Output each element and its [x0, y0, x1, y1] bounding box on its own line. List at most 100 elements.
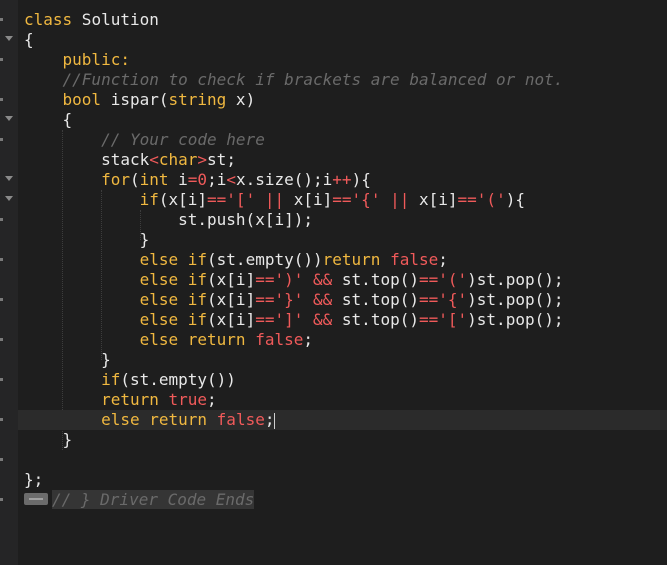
line-marker — [0, 378, 3, 381]
text-cursor — [274, 412, 276, 429]
code-token: // Your code here — [101, 130, 265, 149]
code-line[interactable]: }; — [24, 470, 667, 490]
code-line[interactable]: public: — [24, 50, 667, 70]
code-editor[interactable]: class Solution{ public: //Function to ch… — [18, 10, 667, 510]
code-line[interactable]: // Your code here — [24, 130, 667, 150]
code-token: > — [197, 150, 208, 169]
line-marker — [0, 138, 3, 141]
code-line[interactable]: else return false; — [18, 410, 667, 430]
code-token: (x[i] — [207, 310, 256, 329]
code-token: == — [457, 190, 477, 209]
code-token: else if — [139, 310, 208, 329]
code-token: { — [24, 110, 73, 129]
code-line[interactable]: else if(x[i]==']' && st.top()=='[')st.po… — [24, 310, 667, 330]
code-line[interactable]: stack<char>st; — [24, 150, 667, 170]
code-line[interactable]: for(int i=0;i<x.size();i++){ — [24, 170, 667, 190]
code-token: st.top() — [332, 310, 419, 329]
code-token: int — [139, 170, 169, 189]
fold-toggle-icon[interactable] — [5, 196, 13, 201]
code-token: (x[i] — [207, 290, 256, 309]
code-token: == — [418, 310, 439, 329]
code-line[interactable]: else if(x[i]==')' && st.top()=='(')st.po… — [24, 270, 667, 290]
code-token: //Function to check if brackets are bala… — [62, 70, 564, 89]
line-marker — [0, 98, 3, 101]
code-token: st.push(x[i]); — [24, 210, 313, 229]
code-token: st; — [207, 150, 236, 169]
code-token: { — [24, 30, 34, 49]
code-line[interactable]: } — [24, 230, 667, 250]
code-token: }; — [24, 470, 44, 489]
code-line[interactable]: { — [24, 30, 667, 50]
code-line[interactable]: // } Driver Code Ends — [24, 490, 667, 510]
code-token: true — [168, 390, 208, 409]
code-token: else if — [139, 250, 208, 269]
code-token: char — [158, 150, 198, 169]
code-token: ){ — [505, 190, 525, 209]
code-token: i — [168, 170, 188, 189]
folded-region-icon[interactable] — [24, 492, 48, 505]
code-token: (x[i] — [158, 190, 208, 209]
code-line[interactable]: else if(st.empty())return false; — [24, 250, 667, 270]
code-token: ; — [207, 390, 217, 409]
code-token: stack — [24, 150, 150, 169]
code-token: else return — [101, 410, 208, 429]
code-line[interactable]: if(x[i]=='[' || x[i]=='{' || x[i]=='('){ — [24, 190, 667, 210]
code-line[interactable]: class Solution — [24, 10, 667, 30]
code-token: ']' — [274, 310, 304, 329]
code-line[interactable]: } — [24, 350, 667, 370]
code-token: public: — [62, 50, 130, 69]
code-line[interactable]: } — [24, 430, 667, 450]
code-token: ispar( — [101, 90, 169, 109]
code-token: ++ — [332, 170, 352, 189]
code-token: } — [24, 430, 73, 449]
code-token: ;i — [207, 170, 227, 189]
fold-toggle-icon[interactable] — [5, 116, 13, 121]
code-token: return — [101, 390, 159, 409]
code-token: && — [313, 270, 333, 289]
code-line[interactable]: else if(x[i]=='}' && st.top()=='{')st.po… — [24, 290, 667, 310]
code-token: '{' — [438, 290, 468, 309]
line-gutter — [0, 0, 18, 565]
code-token: ; — [438, 250, 448, 269]
code-token: // } Driver Code Ends — [52, 490, 255, 509]
code-token: && — [313, 290, 333, 309]
code-token: ){ — [351, 170, 371, 189]
code-line[interactable]: bool ispar(string x) — [24, 90, 667, 110]
code-line[interactable]: return true; — [24, 390, 667, 410]
code-token: || — [390, 190, 410, 209]
line-marker — [0, 338, 3, 341]
code-token: bool — [62, 90, 102, 109]
code-token: } — [24, 350, 111, 369]
code-line[interactable]: st.push(x[i]); — [24, 210, 667, 230]
code-token: ( — [129, 170, 140, 189]
code-line[interactable] — [24, 450, 667, 470]
fold-toggle-icon[interactable] — [5, 36, 13, 41]
code-line[interactable]: else return false; — [24, 330, 667, 350]
line-marker — [0, 498, 3, 501]
fold-toggle-icon[interactable] — [5, 176, 13, 181]
code-token: '(' — [438, 270, 468, 289]
code-token: Solution — [72, 10, 159, 29]
code-token: ; — [264, 410, 275, 429]
code-line[interactable]: if(st.empty()) — [24, 370, 667, 390]
code-line[interactable]: { — [24, 110, 667, 130]
code-token: class — [24, 10, 73, 29]
code-token: x[i] — [284, 190, 333, 209]
code-line[interactable]: //Function to check if brackets are bala… — [24, 70, 667, 90]
code-token: return — [322, 250, 381, 269]
code-token: < — [149, 150, 159, 169]
code-token: == — [418, 270, 439, 289]
